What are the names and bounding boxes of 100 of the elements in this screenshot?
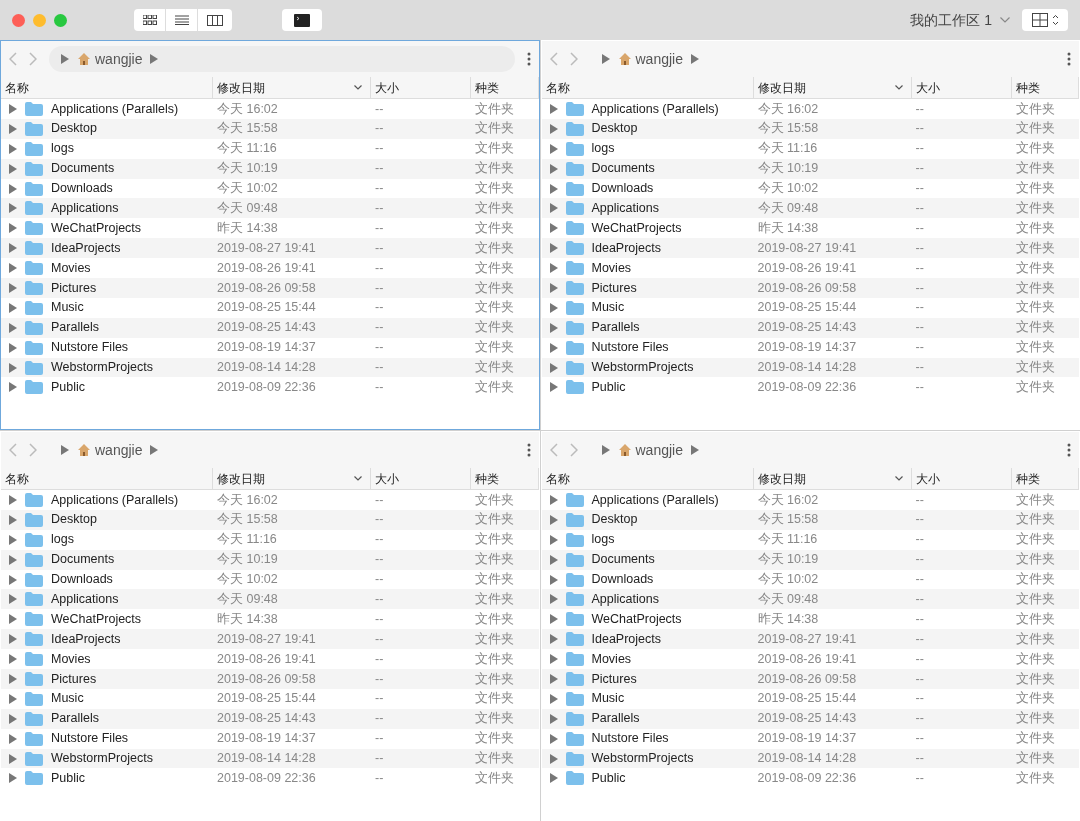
disclosure-triangle-icon[interactable] (549, 302, 558, 313)
disclosure-triangle-icon[interactable] (9, 634, 17, 645)
path-segment[interactable]: wangjie (95, 48, 143, 70)
column-header[interactable]: 种类 (1011, 468, 1079, 489)
disclosure-triangle-icon[interactable] (549, 163, 558, 174)
more-icon[interactable] (1067, 52, 1071, 66)
disclosure-triangle-icon[interactable] (9, 382, 17, 393)
disclosure-triangle-icon[interactable] (9, 183, 17, 194)
disclosure-triangle-icon[interactable] (549, 713, 558, 724)
disclosure-triangle-icon[interactable] (9, 614, 17, 625)
sort-chevron-icon (354, 85, 362, 90)
disclosure-triangle-icon[interactable] (9, 243, 17, 254)
disclosure-triangle-icon[interactable] (9, 554, 17, 565)
column-header[interactable]: 种类 (1011, 77, 1079, 98)
more-icon[interactable] (526, 443, 531, 457)
column-header[interactable]: 名称 (1, 77, 213, 98)
disclosure-triangle-icon[interactable] (9, 282, 17, 293)
disclosure-triangle-icon[interactable] (9, 342, 17, 353)
disclosure-triangle-icon[interactable] (549, 514, 558, 525)
disclosure-triangle-icon[interactable] (549, 382, 558, 393)
disclosure-triangle-icon[interactable] (549, 634, 558, 645)
column-header[interactable]: 大小 (911, 77, 1012, 98)
disclosure-triangle-icon[interactable] (9, 143, 17, 154)
disclosure-triangle-icon[interactable] (549, 554, 558, 565)
column-header[interactable]: 名称 (541, 77, 754, 98)
disclosure-triangle-icon[interactable] (150, 54, 159, 64)
disclosure-triangle-icon[interactable] (549, 322, 558, 333)
path-segment[interactable]: wangjie (635, 48, 683, 70)
disclosure-triangle-icon[interactable] (549, 243, 558, 254)
disclosure-triangle-icon[interactable] (9, 693, 17, 704)
disclosure-triangle-icon[interactable] (691, 54, 699, 64)
disclosure-triangle-icon[interactable] (9, 594, 17, 605)
path-segment[interactable]: wangjie (635, 439, 683, 461)
disclosure-triangle-icon[interactable] (9, 103, 17, 114)
disclosure-triangle-icon[interactable] (549, 594, 558, 605)
disclosure-triangle-icon[interactable] (150, 445, 159, 455)
disclosure-triangle-icon[interactable] (549, 263, 558, 274)
disclosure-triangle-icon[interactable] (9, 753, 17, 764)
disclosure-triangle-icon[interactable] (691, 445, 699, 455)
disclosure-triangle-icon[interactable] (549, 673, 558, 684)
more-icon[interactable] (526, 52, 531, 66)
disclosure-triangle-icon[interactable] (549, 574, 558, 585)
disclosure-triangle-icon[interactable] (61, 445, 69, 455)
disclosure-triangle-icon[interactable] (549, 183, 558, 194)
disclosure-triangle-icon[interactable] (549, 282, 558, 293)
disclosure-triangle-icon[interactable] (549, 693, 558, 704)
workspace-dropdown[interactable]: 我的工作区 1 (910, 9, 1010, 31)
disclosure-triangle-icon[interactable] (9, 163, 17, 174)
disclosure-triangle-icon[interactable] (9, 673, 17, 684)
disclosure-triangle-icon[interactable] (549, 123, 558, 134)
disclosure-triangle-icon[interactable] (549, 223, 558, 234)
column-header[interactable]: 修改日期 (213, 468, 371, 489)
disclosure-triangle-icon[interactable] (9, 322, 17, 333)
folder-icon (565, 320, 584, 335)
disclosure-triangle-icon[interactable] (9, 733, 17, 744)
folder-icon (25, 181, 43, 196)
disclosure-triangle-icon[interactable] (61, 54, 69, 64)
column-header[interactable]: 种类 (471, 77, 539, 98)
column-header[interactable]: 大小 (371, 77, 471, 98)
disclosure-triangle-icon[interactable] (549, 733, 558, 744)
disclosure-triangle-icon[interactable] (549, 753, 558, 764)
column-header[interactable]: 修改日期 (213, 77, 371, 98)
disclosure-triangle-icon[interactable] (9, 123, 17, 134)
disclosure-triangle-icon[interactable] (549, 614, 558, 625)
disclosure-triangle-icon[interactable] (549, 143, 558, 154)
disclosure-triangle-icon[interactable] (9, 302, 17, 313)
column-header[interactable]: 修改日期 (753, 77, 912, 98)
disclosure-triangle-icon[interactable] (9, 203, 17, 214)
disclosure-triangle-icon[interactable] (9, 514, 17, 525)
close-button[interactable] (12, 13, 25, 27)
column-header[interactable]: 大小 (911, 468, 1012, 489)
disclosure-triangle-icon[interactable] (549, 654, 558, 665)
disclosure-triangle-icon[interactable] (601, 445, 610, 455)
terminal-button[interactable] (282, 9, 322, 31)
path-segment[interactable]: wangjie (95, 439, 143, 461)
disclosure-triangle-icon[interactable] (549, 534, 558, 545)
column-header[interactable]: 大小 (371, 468, 471, 489)
column-header[interactable]: 名称 (541, 468, 754, 489)
disclosure-triangle-icon[interactable] (601, 54, 610, 64)
disclosure-triangle-icon[interactable] (549, 494, 558, 505)
column-header[interactable]: 修改日期 (753, 468, 912, 489)
disclosure-triangle-icon[interactable] (9, 223, 17, 234)
disclosure-triangle-icon[interactable] (549, 773, 558, 784)
file-size: -- (375, 651, 384, 666)
disclosure-triangle-icon[interactable] (9, 773, 17, 784)
disclosure-triangle-icon[interactable] (549, 203, 558, 214)
disclosure-triangle-icon[interactable] (9, 713, 17, 724)
column-header[interactable]: 种类 (471, 468, 539, 489)
disclosure-triangle-icon[interactable] (9, 534, 17, 545)
disclosure-triangle-icon[interactable] (9, 263, 17, 274)
disclosure-triangle-icon[interactable] (549, 342, 558, 353)
disclosure-triangle-icon[interactable] (9, 654, 17, 665)
disclosure-triangle-icon[interactable] (549, 362, 558, 373)
layout-button[interactable] (1022, 9, 1068, 31)
more-icon[interactable] (1067, 443, 1071, 457)
disclosure-triangle-icon[interactable] (9, 574, 17, 585)
column-header[interactable]: 名称 (1, 468, 213, 489)
disclosure-triangle-icon[interactable] (549, 103, 558, 114)
disclosure-triangle-icon[interactable] (9, 494, 17, 505)
disclosure-triangle-icon[interactable] (9, 362, 17, 373)
